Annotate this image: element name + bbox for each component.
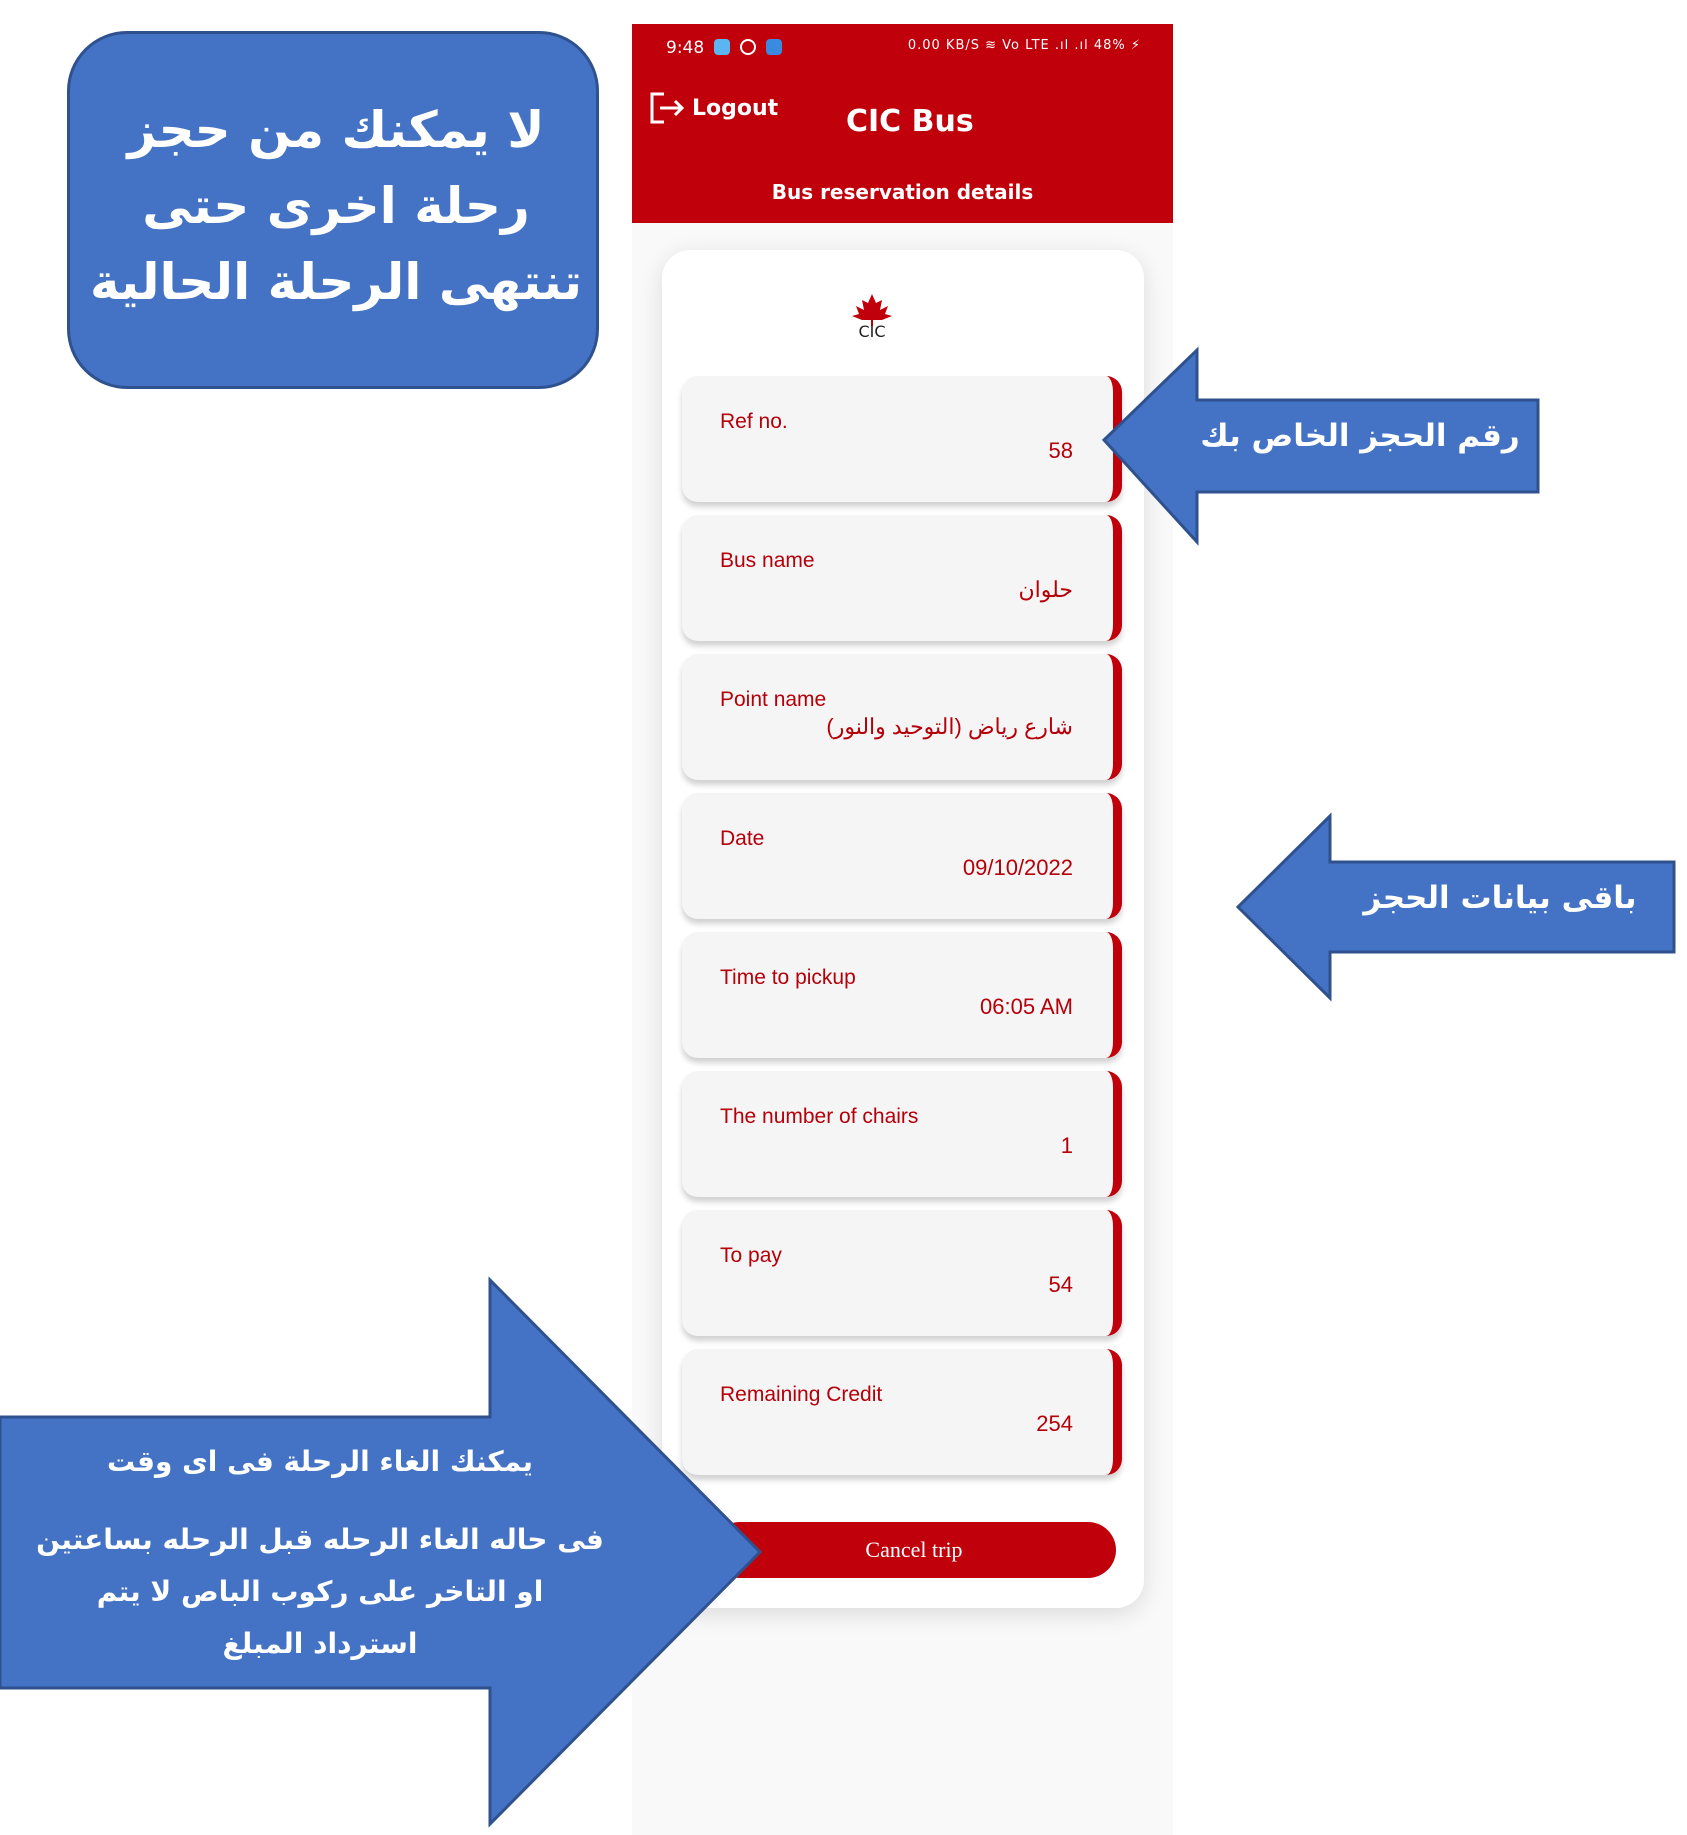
details-arrow-text: باقى بيانات الحجز (1363, 880, 1637, 916)
ref-arrow-text: رقم الحجز الخاص بك (1200, 418, 1520, 454)
cancel-arrow-line: يمكنك الغاء الرحلة فى اى وقت (107, 1445, 533, 1478)
cancel-arrow-line: استرداد المبلغ (222, 1627, 418, 1660)
cancel-arrow-text: يمكنك الغاء الرحلة فى اى وقت فى حاله الغ… (10, 1436, 630, 1670)
cancel-arrow-line: او التاخر على ركوب الباص لا يتم (96, 1575, 544, 1608)
cancel-arrow-line: فى حاله الغاء الرحله قبل الرحله بساعتين (36, 1523, 604, 1556)
